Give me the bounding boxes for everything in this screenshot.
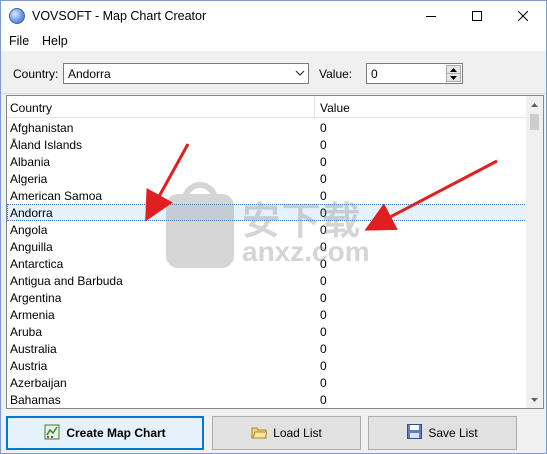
value-spinbox-value: 0 <box>371 67 378 81</box>
row-country: Australia <box>10 342 57 356</box>
list-row[interactable]: Antarctica 0 <box>7 255 527 272</box>
country-list[interactable]: Country Value Afghanistan 0 Åland Islands 0… <box>6 95 544 409</box>
folder-open-icon <box>251 425 267 442</box>
row-value: 0 <box>320 240 327 254</box>
row-country: Afghanistan <box>10 121 73 135</box>
triangle-down-icon <box>450 76 457 80</box>
app-globe-icon <box>9 8 25 24</box>
row-value: 0 <box>320 155 327 169</box>
list-row[interactable]: American Samoa 0 <box>7 187 527 204</box>
list-row[interactable]: Argentina 0 <box>7 289 527 306</box>
maximize-button[interactable] <box>454 1 500 31</box>
list-row[interactable]: Angola 0 <box>7 221 527 238</box>
list-row[interactable]: Albania 0 <box>7 153 527 170</box>
triangle-up-icon <box>450 68 457 72</box>
load-list-button[interactable]: Load List <box>212 416 361 450</box>
row-value: 0 <box>320 325 327 339</box>
country-dropdown[interactable]: Andorra <box>63 63 309 84</box>
load-button-label: Load List <box>273 426 322 440</box>
row-country: Austria <box>10 359 47 373</box>
maximize-icon <box>472 11 482 21</box>
row-value: 0 <box>320 291 327 305</box>
value-spinbox[interactable]: 0 <box>366 63 463 84</box>
row-country: Anguilla <box>10 240 53 254</box>
country-label: Country: <box>13 67 58 81</box>
list-row[interactable]: Åland Islands 0 <box>7 136 527 153</box>
row-country: Bahamas <box>10 393 61 407</box>
list-row[interactable]: Anguilla 0 <box>7 238 527 255</box>
row-value: 0 <box>320 376 327 390</box>
row-value: 0 <box>320 342 327 356</box>
header-country[interactable]: Country <box>10 101 52 115</box>
menu-help[interactable]: Help <box>42 34 68 48</box>
row-country: Andorra <box>10 206 53 220</box>
scroll-down-button[interactable] <box>526 391 543 408</box>
window-title: VOVSOFT - Map Chart Creator <box>32 9 206 23</box>
row-country: Azerbaijan <box>10 376 67 390</box>
row-country: Albania <box>10 155 50 169</box>
map-chart-icon <box>44 424 60 443</box>
close-button[interactable] <box>500 1 546 31</box>
row-country: Angola <box>10 223 47 237</box>
row-country: Antigua and Barbuda <box>10 274 123 288</box>
header-divider[interactable] <box>314 96 315 118</box>
row-country: Algeria <box>10 172 47 186</box>
row-country: Åland Islands <box>10 138 82 152</box>
row-value: 0 <box>320 274 327 288</box>
row-country: Armenia <box>10 308 55 322</box>
list-row[interactable]: Armenia 0 <box>7 306 527 323</box>
spin-up-button[interactable] <box>447 66 460 74</box>
save-button-label: Save List <box>428 426 477 440</box>
row-value: 0 <box>320 308 327 322</box>
menu-bar: File Help <box>1 31 546 51</box>
row-country: Aruba <box>10 325 42 339</box>
scroll-up-icon <box>531 103 538 107</box>
row-value: 0 <box>320 138 327 152</box>
row-value: 0 <box>320 172 327 186</box>
create-button-label: Create Map Chart <box>66 426 165 440</box>
spin-buttons <box>446 65 461 82</box>
list-row[interactable]: Bahamas 0 <box>7 391 527 408</box>
menu-file[interactable]: File <box>9 34 29 48</box>
row-value: 0 <box>320 121 327 135</box>
list-row[interactable]: Algeria 0 <box>7 170 527 187</box>
list-row[interactable]: Antigua and Barbuda 0 <box>7 272 527 289</box>
list-row[interactable]: Austria 0 <box>7 357 527 374</box>
scroll-thumb[interactable] <box>530 114 539 130</box>
row-value: 0 <box>320 206 327 220</box>
value-label: Value: <box>319 67 352 81</box>
country-dropdown-value: Andorra <box>68 67 111 81</box>
row-value: 0 <box>320 223 327 237</box>
title-bar[interactable]: VOVSOFT - Map Chart Creator <box>1 1 546 31</box>
list-rows: Afghanistan 0 Åland Islands 0 Albania 0 Algeri… <box>7 119 527 408</box>
minimize-button[interactable] <box>408 1 454 31</box>
header-value[interactable]: Value <box>320 101 350 115</box>
close-icon <box>518 11 528 21</box>
input-panel: Country: Andorra Value: 0 <box>1 52 546 94</box>
row-value: 0 <box>320 393 327 407</box>
chevron-down-icon <box>295 70 305 77</box>
row-value: 0 <box>320 189 327 203</box>
vertical-scrollbar[interactable] <box>526 96 543 408</box>
row-value: 0 <box>320 257 327 271</box>
list-row[interactable]: Afghanistan 0 <box>7 119 527 136</box>
row-country: Antarctica <box>10 257 63 271</box>
list-row[interactable]: Australia 0 <box>7 340 527 357</box>
list-header: Country Value <box>7 96 527 118</box>
row-country: Argentina <box>10 291 61 305</box>
list-row[interactable]: Aruba 0 <box>7 323 527 340</box>
save-list-button[interactable]: Save List <box>368 416 517 450</box>
row-country: American Samoa <box>10 189 102 203</box>
create-map-chart-button[interactable]: Create Map Chart <box>6 416 204 450</box>
row-value: 0 <box>320 359 327 373</box>
scroll-down-icon <box>531 398 538 402</box>
spin-down-button[interactable] <box>447 74 460 82</box>
app-window: VOVSOFT - Map Chart Creator File Help Co… <box>0 0 547 454</box>
list-row[interactable]: Andorra 0 <box>7 204 527 221</box>
scroll-up-button[interactable] <box>526 96 543 113</box>
minimize-icon <box>426 11 436 21</box>
floppy-disk-icon <box>407 424 422 442</box>
list-row[interactable]: Azerbaijan 0 <box>7 374 527 391</box>
